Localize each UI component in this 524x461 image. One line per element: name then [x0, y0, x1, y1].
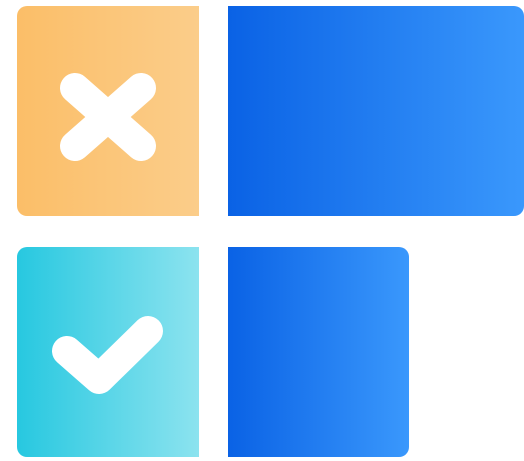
- status-tile-approve: [17, 247, 199, 457]
- check-icon: [52, 316, 163, 394]
- progress-bar-top: [228, 6, 524, 216]
- status-tile-reject: [17, 6, 199, 216]
- progress-bar-bottom: [228, 247, 409, 457]
- cross-icon: [60, 73, 156, 161]
